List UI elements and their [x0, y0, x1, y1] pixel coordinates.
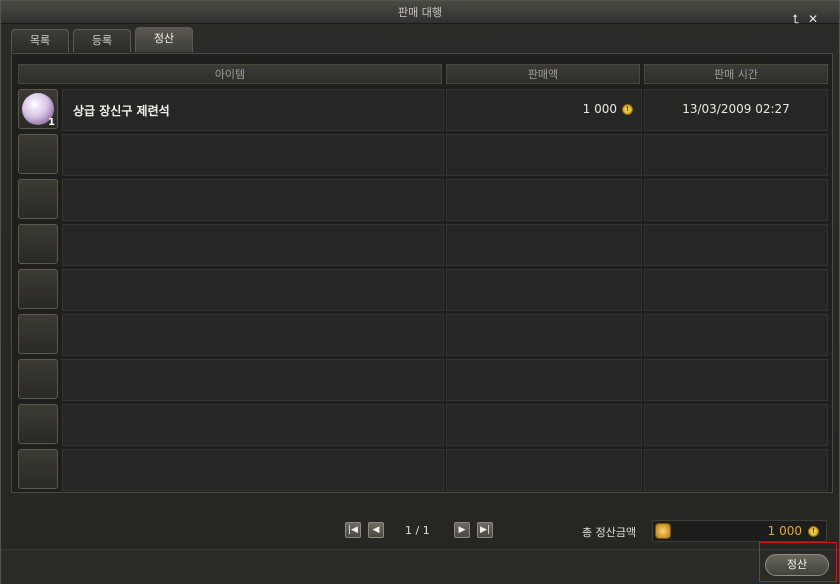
table-row-empty — [18, 133, 828, 177]
item-name: 상급 장신구 제련석 — [73, 104, 170, 118]
page-indicator: 1 / 1 — [405, 524, 430, 537]
money-bag-icon — [655, 523, 671, 539]
tab-register[interactable]: 등록 — [73, 29, 131, 52]
tab-settle[interactable]: 정산 — [135, 27, 193, 52]
price-cell — [446, 404, 642, 446]
table-row-empty — [18, 178, 828, 222]
time-cell — [644, 314, 828, 356]
window-title: 판매 대행 — [398, 6, 442, 19]
item-cell — [62, 359, 444, 401]
first-page-button[interactable]: |◀ — [345, 522, 361, 538]
item-slot — [18, 314, 58, 354]
last-page-button[interactable]: ▶| — [477, 522, 493, 538]
item-slot — [18, 449, 58, 489]
gold-coin-icon: ! — [808, 526, 819, 537]
settlement-table: 아이템 판매액 판매 시간 1 상급 장신구 제련석 1 000 ! 13/03… — [11, 53, 833, 493]
title-bar[interactable]: 판매 대행 ⮤ ✕ — [1, 1, 839, 26]
table-row-empty — [18, 223, 828, 267]
table-row-empty — [18, 268, 828, 312]
time-cell — [644, 359, 828, 401]
item-cell — [62, 134, 444, 176]
settle-button[interactable]: 정산 — [765, 554, 829, 576]
table-row-empty — [18, 313, 828, 357]
prev-page-button[interactable]: ◀ — [368, 522, 384, 538]
footer-bar — [1, 549, 839, 584]
time-cell — [644, 449, 828, 491]
item-slot[interactable]: 1 — [18, 89, 58, 129]
price-cell: 1 000 ! — [446, 89, 642, 131]
total-label: 총 정산금액 — [582, 526, 637, 539]
sale-time: 13/03/2009 02:27 — [682, 102, 790, 116]
price-cell — [446, 449, 642, 491]
gold-coin-icon: ! — [622, 104, 633, 115]
table-row-empty — [18, 403, 828, 447]
time-cell — [644, 224, 828, 266]
price-cell — [446, 134, 642, 176]
item-cell — [62, 179, 444, 221]
total-amount: 1 000 — [767, 524, 802, 538]
sales-agent-window: 판매 대행 ⮤ ✕ 목록 등록 정산 아이템 판매액 판매 시간 1 상급 장신… — [0, 0, 840, 584]
price-cell — [446, 314, 642, 356]
time-cell: 13/03/2009 02:27 — [644, 89, 828, 131]
time-cell — [644, 179, 828, 221]
price-cell — [446, 224, 642, 266]
item-slot — [18, 404, 58, 444]
item-slot — [18, 134, 58, 174]
item-cell — [62, 314, 444, 356]
time-cell — [644, 404, 828, 446]
item-cell — [62, 224, 444, 266]
table-row-empty — [18, 358, 828, 402]
collapse-icon[interactable]: ⮤ — [789, 12, 803, 26]
item-slot — [18, 269, 58, 309]
header-item: 아이템 — [18, 64, 442, 84]
item-cell — [62, 449, 444, 491]
total-amount-box: 1 000 ! — [652, 520, 827, 542]
item-cell: 상급 장신구 제련석 — [62, 89, 444, 131]
header-time: 판매 시간 — [644, 64, 828, 84]
tab-list[interactable]: 목록 — [11, 29, 69, 52]
item-cell — [62, 269, 444, 311]
close-icon[interactable]: ✕ — [806, 12, 820, 26]
table-row[interactable]: 1 상급 장신구 제련석 1 000 ! 13/03/2009 02:27 — [18, 88, 828, 132]
item-slot — [18, 359, 58, 399]
price-cell — [446, 359, 642, 401]
price-cell — [446, 269, 642, 311]
item-slot — [18, 224, 58, 264]
price-cell — [446, 179, 642, 221]
time-cell — [644, 269, 828, 311]
item-quantity: 1 — [48, 117, 55, 128]
header-price: 판매액 — [446, 64, 640, 84]
next-page-button[interactable]: ▶ — [454, 522, 470, 538]
table-row-empty — [18, 448, 828, 492]
time-cell — [644, 134, 828, 176]
item-price: 1 000 — [582, 102, 617, 116]
item-cell — [62, 404, 444, 446]
item-slot — [18, 179, 58, 219]
